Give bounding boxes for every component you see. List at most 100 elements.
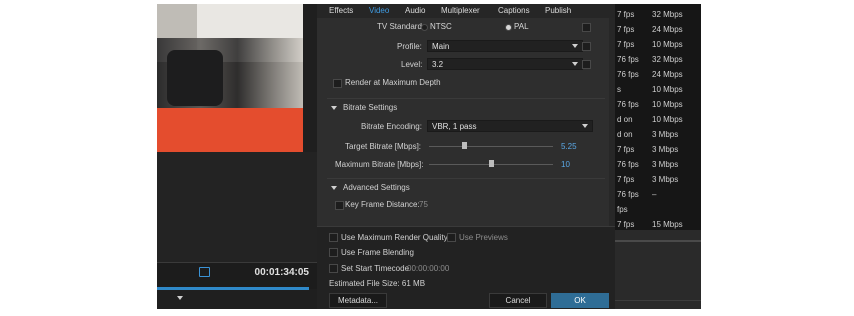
render-max-depth-checkbox[interactable] — [333, 79, 342, 88]
pal-label: PAL — [514, 22, 529, 31]
level-select[interactable]: 3.2 — [427, 58, 583, 70]
table-cell-bitrate: – — [652, 190, 657, 199]
frame-blending-label: Use Frame Blending — [341, 248, 414, 257]
table-row[interactable]: 7 fps 24 Mbps — [615, 22, 701, 37]
table-row[interactable]: d on 3 Mbps — [615, 127, 701, 142]
tab-captions[interactable]: Captions — [498, 6, 530, 15]
bitrate-encoding-label: Bitrate Encoding: — [361, 122, 422, 131]
timeline-bar: 00:01:34:05 — [157, 262, 317, 289]
table-cell-framerate: 7 fps — [617, 40, 635, 49]
metadata-button[interactable]: Metadata... — [329, 293, 387, 308]
preview-panel-lower — [157, 152, 317, 262]
tab-effects[interactable]: Effects — [329, 6, 353, 15]
tab-publish[interactable]: Publish — [545, 6, 571, 15]
table-cell-bitrate: 10 Mbps — [652, 85, 683, 94]
timeline-progress[interactable] — [157, 287, 309, 290]
table-cell-framerate: s — [617, 85, 621, 94]
tab-multiplexer[interactable]: Multiplexer — [441, 6, 480, 15]
table-cell-framerate: d on — [617, 130, 633, 139]
divider — [615, 240, 701, 242]
use-previews-checkbox[interactable] — [447, 233, 456, 242]
divider — [327, 98, 605, 99]
table-row[interactable]: 76 fps 10 Mbps — [615, 97, 701, 112]
table-cell-framerate: 76 fps — [617, 70, 639, 79]
table-cell-bitrate: 10 Mbps — [652, 40, 683, 49]
table-cell-framerate: 7 fps — [617, 10, 635, 19]
start-timecode-value[interactable]: 00:00:00:00 — [407, 264, 449, 273]
level-checkbox[interactable] — [582, 60, 591, 69]
max-render-quality-label: Use Maximum Render Quality — [341, 233, 448, 242]
table-row[interactable]: s 10 Mbps — [615, 82, 701, 97]
table-cell-bitrate: 10 Mbps — [652, 100, 683, 109]
max-bitrate-thumb[interactable] — [489, 160, 494, 167]
table-cell-framerate: 76 fps — [617, 100, 639, 109]
table-row[interactable]: 76 fps 32 Mbps — [615, 52, 701, 67]
pal-radio[interactable] — [505, 24, 512, 31]
cancel-button[interactable]: Cancel — [489, 293, 547, 308]
bitrate-encoding-value: VBR, 1 pass — [432, 122, 477, 131]
profile-select[interactable]: Main — [427, 40, 583, 52]
chevron-down-icon[interactable] — [177, 296, 183, 300]
table-row[interactable]: 7 fps 32 Mbps — [615, 7, 701, 22]
timecode-display: 00:01:34:05 — [254, 267, 309, 278]
bitrate-encoding-select[interactable]: VBR, 1 pass — [427, 120, 593, 132]
table-cell-bitrate: 32 Mbps — [652, 55, 683, 64]
camera-icon[interactable] — [199, 267, 210, 277]
target-bitrate-thumb[interactable] — [461, 142, 467, 149]
table-cell-framerate: d on — [617, 115, 633, 124]
start-timecode-label: Set Start Timecode — [341, 264, 410, 273]
right-panel-lower — [615, 230, 701, 309]
table-row[interactable]: 7 fps 3 Mbps — [615, 142, 701, 157]
preview-chair — [167, 50, 223, 106]
table-cell-bitrate: 3 Mbps — [652, 130, 679, 139]
chevron-down-icon[interactable] — [331, 106, 337, 110]
table-row[interactable]: 76 fps 24 Mbps — [615, 67, 701, 82]
target-bitrate-slider[interactable] — [429, 146, 553, 147]
start-timecode-checkbox[interactable] — [329, 264, 338, 273]
table-row[interactable]: 7 fps 10 Mbps — [615, 37, 701, 52]
chevron-down-icon[interactable] — [331, 186, 337, 190]
divider — [327, 178, 605, 179]
advanced-section-title: Advanced Settings — [343, 183, 410, 192]
tab-video[interactable]: Video — [369, 6, 389, 15]
profile-value: Main — [432, 42, 450, 51]
frame-blending-checkbox[interactable] — [329, 248, 338, 257]
key-frame-label: Key Frame Distance: — [345, 200, 420, 209]
use-previews-label: Use Previews — [459, 233, 508, 242]
table-row[interactable]: fps — [615, 202, 701, 217]
bitrate-section-title: Bitrate Settings — [343, 103, 398, 112]
profile-checkbox[interactable] — [582, 42, 591, 51]
chevron-down-icon — [572, 62, 578, 66]
ok-button[interactable]: OK — [551, 293, 609, 308]
max-bitrate-label: Maximum Bitrate [Mbps]: — [335, 160, 424, 169]
target-bitrate-value[interactable]: 5.25 — [561, 142, 577, 151]
ntsc-radio[interactable] — [421, 24, 428, 31]
table-row[interactable]: d on 10 Mbps — [615, 112, 701, 127]
tab-bar: Effects Video Audio Multiplexer Captions… — [317, 4, 615, 18]
table-cell-framerate: 7 fps — [617, 175, 635, 184]
table-cell-bitrate: 3 Mbps — [652, 175, 679, 184]
table-row[interactable]: 76 fps 3 Mbps — [615, 157, 701, 172]
table-cell-bitrate: 15 Mbps — [652, 220, 683, 229]
table-cell-framerate: 76 fps — [617, 55, 639, 64]
table-row[interactable]: 76 fps – — [615, 187, 701, 202]
export-settings-dialog: Effects Video Audio Multiplexer Captions… — [317, 4, 615, 309]
profile-label: Profile: — [397, 42, 422, 51]
table-row[interactable]: 7 fps 3 Mbps — [615, 172, 701, 187]
max-render-quality-checkbox[interactable] — [329, 233, 338, 242]
estimated-file-size: Estimated File Size: 61 MB — [329, 279, 426, 288]
max-bitrate-value[interactable]: 10 — [561, 160, 570, 169]
tv-standard-checkbox[interactable] — [582, 23, 591, 32]
settings-panel: TV Standard: NTSC PAL Profile: Main Leve… — [317, 18, 609, 226]
preset-table: 7 fps 32 Mbps 7 fps 24 Mbps 7 fps 10 Mbps 76 f… — [615, 4, 701, 230]
table-cell-bitrate: 3 Mbps — [652, 145, 679, 154]
preview-floor — [157, 108, 303, 152]
tab-audio[interactable]: Audio — [405, 6, 425, 15]
app-window: 00:01:34:05 Effects Video Audio Multiple… — [157, 4, 701, 309]
render-max-depth-label: Render at Maximum Depth — [345, 78, 441, 87]
key-frame-value[interactable]: 75 — [419, 200, 428, 209]
chevron-down-icon — [572, 44, 578, 48]
table-cell-bitrate: 24 Mbps — [652, 25, 683, 34]
key-frame-checkbox[interactable] — [335, 201, 344, 210]
table-cell-framerate: 76 fps — [617, 190, 639, 199]
